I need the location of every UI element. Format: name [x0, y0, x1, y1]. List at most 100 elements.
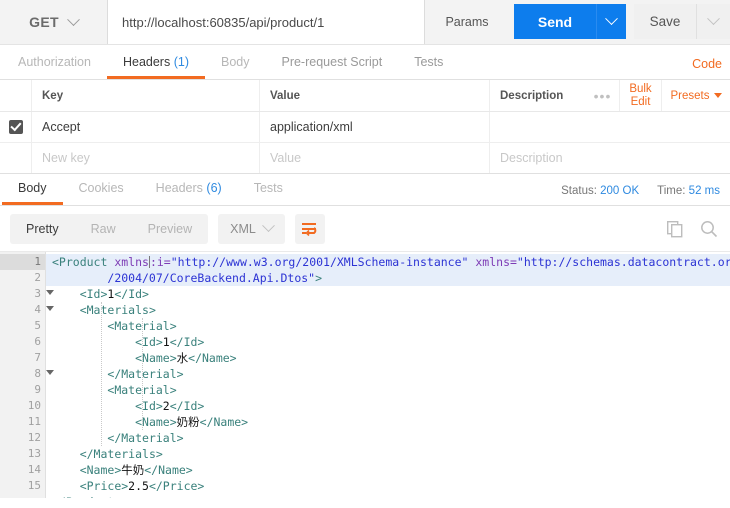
request-tabs: Authorization Headers (1) Body Pre-reque…: [0, 45, 730, 80]
line-number[interactable]: 6: [0, 334, 45, 350]
more-options-icon[interactable]: •••: [586, 80, 620, 111]
send-options-button[interactable]: [596, 4, 626, 39]
response-tab-headers-label: Headers: [155, 181, 203, 195]
column-header-description: Description: [500, 89, 564, 102]
headers-table-header: Key Value Description ••• Bulk Edit Pres…: [0, 80, 730, 112]
line-number[interactable]: 11: [0, 414, 45, 430]
code-link[interactable]: Code: [692, 57, 722, 71]
new-header-key-input[interactable]: New key: [32, 143, 260, 173]
code-line: <Product xmlns:i="http://www.w3.org/2001…: [46, 254, 730, 270]
line-number[interactable]: 15: [0, 478, 45, 494]
new-header-value-input[interactable]: Value: [260, 143, 490, 173]
chevron-down-icon: [605, 12, 618, 26]
wrap-lines-button[interactable]: [294, 213, 325, 244]
code-lines[interactable]: <Product xmlns:i="http://www.w3.org/2001…: [46, 252, 730, 498]
table-row-new: New key Value Description: [0, 143, 730, 174]
tab-authorization[interactable]: Authorization: [2, 45, 107, 79]
search-button[interactable]: [700, 220, 718, 238]
copy-icon: [667, 220, 683, 237]
line-number[interactable]: 1: [0, 254, 54, 270]
line-number[interactable]: 14: [0, 462, 45, 478]
header-key-cell[interactable]: Accept: [32, 112, 260, 142]
response-tab-headers[interactable]: Headers (6): [140, 171, 238, 205]
code-line: <Name>奶粉</Name>: [135, 415, 249, 429]
code-line: </Product>: [46, 494, 730, 498]
line-number[interactable]: 5: [0, 318, 45, 334]
save-button[interactable]: Save: [634, 4, 696, 39]
view-mode-pretty[interactable]: Pretty: [10, 214, 75, 244]
response-tab-cookies[interactable]: Cookies: [63, 171, 140, 205]
bulk-edit-button[interactable]: Bulk Edit: [620, 80, 662, 111]
view-mode-preview[interactable]: Preview: [132, 214, 208, 244]
table-row: Accept application/xml: [0, 112, 730, 143]
chevron-down-icon: [66, 12, 80, 26]
http-method-selector[interactable]: GET: [0, 0, 108, 44]
new-header-description-input[interactable]: Description: [490, 143, 730, 173]
chevron-down-icon: [707, 12, 720, 26]
copy-button[interactable]: [667, 220, 684, 238]
tab-body[interactable]: Body: [205, 45, 266, 79]
presets-button[interactable]: Presets: [662, 80, 730, 111]
tab-headers-label: Headers: [122, 55, 171, 69]
code-line: </Material>: [107, 431, 184, 445]
view-mode-raw[interactable]: Raw: [75, 214, 132, 244]
headers-table: Key Value Description ••• Bulk Edit Pres…: [0, 80, 730, 174]
tab-tests[interactable]: Tests: [398, 45, 459, 79]
code-line-wrap: /2004/07/CoreBackend.Api.Dtos">: [46, 270, 730, 286]
response-tab-tests[interactable]: Tests: [238, 171, 299, 205]
line-number[interactable]: 9: [0, 382, 45, 398]
response-body-code[interactable]: 1 2 3 4 5 6 7 8 9 10 11 12 13 14 15 <Pro…: [0, 252, 730, 498]
line-number[interactable]: 12: [0, 430, 45, 446]
line-number[interactable]: 2: [0, 270, 45, 286]
format-label: XML: [230, 221, 256, 236]
code-line: <Price>2.5</Price>: [79, 479, 205, 493]
status-group: Status: 200 OK: [561, 185, 639, 197]
tab-pre-request-script[interactable]: Pre-request Script: [265, 45, 398, 79]
code-line: </Materials>: [79, 447, 163, 461]
column-header-value: Value: [260, 80, 490, 111]
row-checkbox-cell-empty: [0, 143, 32, 173]
view-mode-group: Pretty Raw Preview: [10, 213, 209, 244]
response-tab-body[interactable]: Body: [2, 171, 63, 205]
code-line: <Material>: [107, 319, 177, 333]
header-description-cell[interactable]: [490, 112, 730, 142]
presets-label: Presets: [670, 89, 710, 102]
bulk-edit-line2: Edit: [630, 95, 651, 108]
time-label: Time:: [657, 185, 686, 197]
chevron-down-icon: [261, 219, 275, 233]
code-line: <Materials>: [79, 303, 156, 317]
column-header-key: Key: [32, 80, 260, 111]
save-options-button[interactable]: [696, 4, 730, 39]
header-enabled-checkbox[interactable]: [8, 120, 23, 134]
search-icon: [701, 221, 718, 238]
indent-guide: [101, 302, 102, 446]
url-input[interactable]: http://localhost:60835/api/product/1: [108, 0, 425, 44]
response-tab-headers-count: (6): [206, 181, 222, 195]
line-number[interactable]: 13: [0, 446, 45, 462]
response-status-bar: Status: 200 OK Time: 52 ms: [561, 185, 720, 197]
send-button[interactable]: Send: [514, 4, 596, 39]
code-line: <Id>1</Id>: [135, 335, 205, 349]
response-tabs: Body Cookies Headers (6) Tests Status: 2…: [0, 174, 730, 206]
http-method-label: GET: [29, 14, 59, 30]
line-number[interactable]: 4: [0, 302, 54, 318]
indent-guide: [142, 318, 143, 430]
line-number[interactable]: 8: [0, 366, 54, 382]
bulk-edit-line1: Bulk: [629, 82, 652, 95]
code-line: <Name>牛奶</Name>: [79, 463, 193, 477]
params-button[interactable]: Params: [425, 0, 509, 44]
line-number[interactable]: 10: [0, 398, 45, 414]
request-url-bar: GET http://localhost:60835/api/product/1…: [0, 0, 730, 45]
viewer-actions: [667, 206, 718, 252]
line-number[interactable]: 3: [0, 286, 54, 302]
format-selector[interactable]: XML: [218, 213, 285, 244]
line-number[interactable]: 7: [0, 350, 45, 366]
checkbox-column-header: [0, 80, 32, 111]
time-value: 52 ms: [688, 185, 720, 197]
status-badge: 200 OK: [600, 185, 640, 197]
code-line: </Material>: [107, 367, 184, 381]
tab-headers[interactable]: Headers (1): [106, 45, 205, 79]
header-value-cell[interactable]: application/xml: [260, 112, 490, 142]
tab-headers-count: (1): [173, 55, 189, 69]
code-line: <Id>2</Id>: [135, 399, 205, 413]
